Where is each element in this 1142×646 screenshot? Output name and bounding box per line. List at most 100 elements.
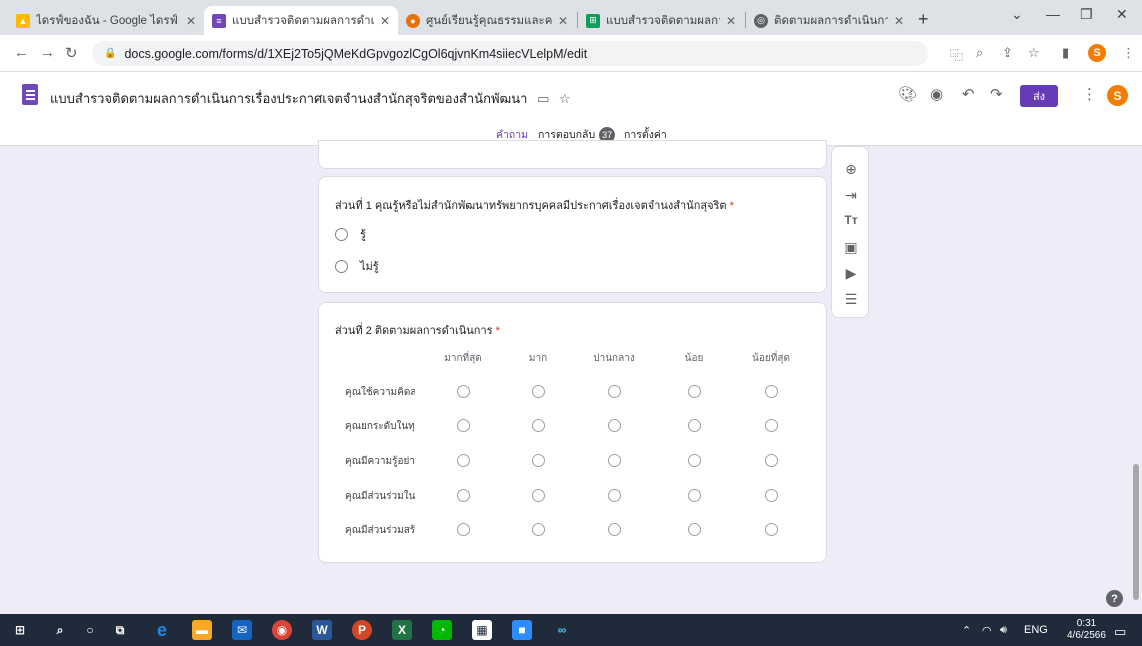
store-icon[interactable]: ▦: [472, 620, 492, 640]
browser-tab-strip: ▲ ไดรฟ์ของฉัน - Google ไดรฟ์ ✕ ≡ แบบสำรว…: [0, 0, 1142, 35]
redo-icon[interactable]: ↷: [990, 85, 1003, 103]
undo-icon[interactable]: ↶: [962, 85, 975, 103]
zoom-icon[interactable]: ⌕: [976, 45, 983, 61]
more-menu-icon[interactable]: ⋮: [1122, 45, 1135, 61]
grid-radio-button[interactable]: [457, 454, 470, 467]
browser-tab-report[interactable]: ◎ ติดตามผลการดำเนินการและรายงาน ✕: [746, 6, 912, 35]
share-icon[interactable]: ⇪: [1002, 45, 1013, 61]
excel-icon[interactable]: X: [392, 620, 412, 640]
grid-radio-button[interactable]: [532, 385, 545, 398]
add-section-icon[interactable]: ☰: [843, 291, 859, 308]
folder-icon[interactable]: ▭: [537, 91, 549, 106]
grid-radio-button[interactable]: [532, 454, 545, 467]
notification-icon[interactable]: ▭: [1114, 624, 1126, 640]
word-icon[interactable]: W: [312, 620, 332, 640]
star-icon[interactable]: ☆: [559, 91, 571, 106]
radio-button[interactable]: [335, 227, 348, 241]
windows-start-icon[interactable]: ⊞: [10, 620, 30, 640]
window-close-icon[interactable]: ✕: [1116, 6, 1128, 23]
grid-radio-button[interactable]: [457, 385, 470, 398]
bookmark-star-icon[interactable]: ☆: [1028, 45, 1040, 61]
minimize-icon[interactable]: —: [1046, 6, 1060, 22]
send-button[interactable]: ส่ง: [1020, 85, 1058, 107]
grid-radio-button[interactable]: [608, 454, 621, 467]
wifi-icon[interactable]: ◠: [982, 624, 992, 637]
grid-row-label: คุณมีส่วนร่วมใน...: [345, 491, 415, 502]
add-title-icon[interactable]: Tт: [843, 213, 859, 227]
add-image-icon[interactable]: ▣: [843, 239, 859, 256]
browser-tab-forms[interactable]: ≡ แบบสำรวจติดตามผลการดำเนินการ ✕: [204, 6, 398, 35]
grid-radio-button[interactable]: [457, 419, 470, 432]
import-questions-icon[interactable]: ⇥: [843, 187, 859, 204]
browser-tab-sheets[interactable]: ⊞ แบบสำรวจติดตามผลการดำเนินการ ✕: [578, 6, 744, 35]
browser-tab-site[interactable]: ● ศูนย์เรียนรู้คุณธรรมและความโปร่งใส ✕: [398, 6, 576, 35]
reload-icon[interactable]: ↻: [65, 44, 78, 62]
search-icon[interactable]: ⌕: [50, 620, 70, 640]
translate-icon[interactable]: ⿻: [950, 45, 963, 64]
help-icon[interactable]: ?: [1106, 590, 1123, 607]
grid-radio-button[interactable]: [532, 523, 545, 536]
preview-eye-icon[interactable]: ◉: [930, 85, 943, 103]
palette-icon[interactable]: 🎨︎: [898, 85, 917, 103]
grid-radio-button[interactable]: [688, 523, 701, 536]
form-title[interactable]: แบบสำรวจติดตามผลการดำเนินการเรื่องประกาศ…: [50, 88, 571, 109]
cortana-icon[interactable]: ○: [80, 620, 100, 640]
address-bar[interactable]: 🔒 docs.google.com/forms/d/1XEj2To5jQMeKd…: [92, 41, 928, 66]
browser-profile-avatar[interactable]: S: [1088, 44, 1106, 62]
radio-option[interactable]: ไม่รู้: [335, 257, 379, 275]
chrome-icon[interactable]: ◉: [272, 620, 292, 640]
grid-radio-button[interactable]: [688, 454, 701, 467]
question-card-section1[interactable]: ส่วนที่ 1 คุณรู้หรือไม่สำนักพัฒนาทรัพยาก…: [318, 176, 827, 293]
previous-card[interactable]: [318, 140, 827, 169]
webex-icon[interactable]: ∞: [552, 620, 572, 640]
radio-button[interactable]: [335, 259, 348, 273]
more-options-icon[interactable]: ⋮: [1082, 85, 1097, 103]
grid-radio-button[interactable]: [765, 454, 778, 467]
line-icon[interactable]: ◔: [432, 620, 452, 640]
add-question-icon[interactable]: ⊕: [843, 161, 859, 178]
grid-radio-button[interactable]: [765, 523, 778, 536]
edge-icon[interactable]: e: [152, 620, 172, 640]
grid-radio-button[interactable]: [608, 385, 621, 398]
add-video-icon[interactable]: ▶: [843, 265, 859, 282]
zoom-app-icon[interactable]: ■: [512, 620, 532, 640]
scrollbar-thumb[interactable]: [1133, 464, 1139, 600]
close-icon[interactable]: ✕: [558, 14, 568, 28]
file-explorer-icon[interactable]: ▬: [192, 620, 212, 640]
grid-radio-button[interactable]: [608, 489, 621, 502]
task-view-icon[interactable]: ⧉: [110, 620, 130, 640]
forward-arrow-icon[interactable]: →: [40, 44, 55, 61]
powerpoint-icon[interactable]: P: [352, 620, 372, 640]
close-icon[interactable]: ✕: [726, 14, 736, 28]
grid-radio-button[interactable]: [765, 489, 778, 502]
grid-radio-button[interactable]: [532, 419, 545, 432]
grid-radio-button[interactable]: [457, 489, 470, 502]
radio-option[interactable]: รู้: [335, 225, 366, 243]
restore-icon[interactable]: ❐: [1080, 6, 1093, 23]
grid-radio-button[interactable]: [608, 523, 621, 536]
tab-search-icon[interactable]: ⌄: [1011, 6, 1023, 23]
grid-radio-button[interactable]: [688, 385, 701, 398]
new-tab-icon[interactable]: +: [918, 9, 929, 30]
question-card-section2[interactable]: ส่วนที่ 2 ติดตามผลการดำเนินการ * มากที่ส…: [318, 302, 827, 563]
browser-tab-drive[interactable]: ▲ ไดรฟ์ของฉัน - Google ไดรฟ์ ✕: [8, 6, 204, 35]
grid-radio-button[interactable]: [688, 419, 701, 432]
volume-icon[interactable]: 🔊︎: [1000, 624, 1007, 637]
system-clock[interactable]: 0:31 4/6/2566: [1067, 618, 1106, 642]
grid-radio-button[interactable]: [608, 419, 621, 432]
side-panel-icon[interactable]: ▮: [1062, 45, 1069, 61]
grid-radio-button[interactable]: [765, 419, 778, 432]
tray-chevron-icon[interactable]: ⌃: [962, 624, 971, 637]
google-forms-logo-icon[interactable]: [22, 84, 38, 105]
close-icon[interactable]: ✕: [894, 14, 904, 28]
close-icon[interactable]: ✕: [186, 14, 196, 28]
grid-radio-button[interactable]: [765, 385, 778, 398]
language-indicator[interactable]: ENG: [1024, 624, 1048, 636]
grid-radio-button[interactable]: [688, 489, 701, 502]
account-avatar[interactable]: S: [1107, 85, 1128, 106]
close-icon[interactable]: ✕: [380, 14, 390, 28]
back-arrow-icon[interactable]: ←: [14, 44, 29, 61]
grid-radio-button[interactable]: [457, 523, 470, 536]
mail-icon[interactable]: ✉: [232, 620, 252, 640]
grid-radio-button[interactable]: [532, 489, 545, 502]
